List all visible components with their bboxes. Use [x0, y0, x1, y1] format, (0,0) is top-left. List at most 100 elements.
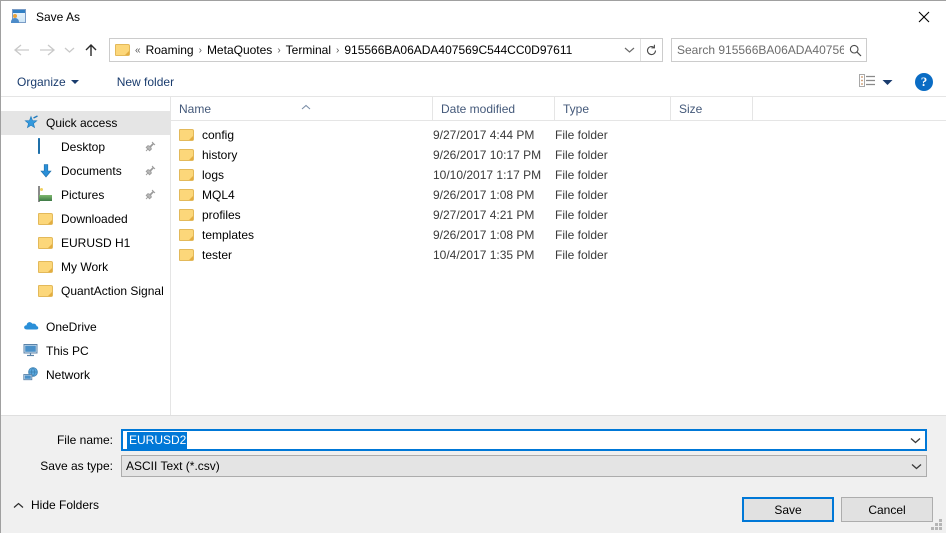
dialog-footer: Hide Folders Save Cancel — [1, 491, 946, 533]
sidebar-item-eurusd-h1[interactable]: EURUSD H1 — [1, 231, 170, 255]
pin-icon — [145, 189, 156, 200]
navigation-bar: « Roaming › MetaQuotes › Terminal › 9155… — [1, 33, 946, 67]
file-list-pane: Name Date modified Type Size config 9/27… — [171, 96, 946, 415]
organize-button[interactable]: Organize — [9, 71, 87, 93]
file-name-chevron-down-icon[interactable] — [905, 431, 925, 449]
new-folder-button[interactable]: New folder — [109, 71, 182, 93]
table-row[interactable]: history 9/26/2017 10:17 PM File folder — [171, 145, 946, 165]
file-type-cell: File folder — [555, 228, 608, 242]
folder-icon — [38, 283, 54, 299]
sidebar-item-label: This PC — [46, 344, 89, 358]
pictures-icon — [38, 186, 54, 203]
sort-ascending-chevron-up-icon — [301, 97, 311, 109]
up-one-level-icon[interactable] — [78, 37, 104, 63]
file-name: config — [202, 128, 235, 142]
back-icon[interactable] — [8, 37, 34, 63]
sidebar-divider — [1, 303, 170, 315]
breadcrumb-item-terminal-id[interactable]: 915566BA06ADA407569C544CC0D97611 — [340, 41, 576, 59]
file-date-cell: 10/10/2017 1:17 PM — [433, 168, 542, 182]
folder-icon — [38, 235, 54, 251]
recent-locations-chevron-down-icon[interactable] — [60, 37, 78, 63]
table-row[interactable]: tester 10/4/2017 1:35 PM File folder — [171, 245, 946, 265]
file-date-cell: 10/4/2017 1:35 PM — [433, 248, 535, 262]
save-as-dialog: Save As « Roaming › MetaQuotes › Termina… — [0, 0, 946, 533]
sidebar-item-label: QuantAction Signal — [61, 284, 164, 298]
search-input[interactable]: Search 915566BA06ADA40756... — [672, 43, 844, 57]
sidebar-item-label: Documents — [61, 164, 122, 178]
table-row[interactable]: profiles 9/27/2017 4:21 PM File folder — [171, 205, 946, 225]
file-name-input[interactable]: EURUSD2 — [121, 429, 927, 451]
column-header-size[interactable]: Size — [671, 96, 753, 121]
sidebar-item-quick-access[interactable]: Quick access — [1, 111, 170, 135]
this-pc-icon — [23, 343, 39, 359]
file-name-value: EURUSD2 — [127, 432, 188, 449]
forward-icon[interactable] — [34, 37, 60, 63]
column-header-date-modified[interactable]: Date modified — [433, 96, 555, 121]
command-toolbar: Organize New folder ? — [1, 67, 946, 97]
sidebar-item-label: My Work — [61, 260, 109, 274]
column-label: Date modified — [441, 101, 516, 116]
sidebar-item-label: Downloaded — [61, 212, 128, 226]
sidebar-item-this-pc[interactable]: This PC — [1, 339, 170, 363]
search-box[interactable]: Search 915566BA06ADA40756... — [671, 38, 867, 62]
table-row[interactable]: MQL4 9/26/2017 1:08 PM File folder — [171, 185, 946, 205]
save-as-type-select[interactable]: ASCII Text (*.csv) — [121, 455, 927, 477]
sidebar-item-quantaction-signal[interactable]: QuantAction Signal — [1, 279, 170, 303]
save-as-type-label: Save as type: — [40, 459, 113, 473]
chevron-down-icon — [70, 79, 79, 84]
column-header-type[interactable]: Type — [555, 96, 671, 121]
resize-grip-icon[interactable] — [931, 519, 943, 531]
file-type-cell: File folder — [555, 208, 608, 222]
column-header-name[interactable]: Name — [171, 96, 433, 121]
help-label: ? — [920, 74, 928, 89]
sidebar-item-my-work[interactable]: My Work — [1, 255, 170, 279]
breadcrumb-item-metaquotes[interactable]: MetaQuotes — [203, 41, 276, 59]
breadcrumb-item-terminal[interactable]: Terminal — [282, 41, 335, 59]
file-name: profiles — [202, 208, 241, 222]
folder-icon — [179, 228, 195, 242]
close-icon[interactable] — [901, 1, 946, 32]
address-bar[interactable]: « Roaming › MetaQuotes › Terminal › 9155… — [109, 38, 663, 62]
folder-icon — [179, 248, 195, 262]
sidebar-item-label: Quick access — [46, 116, 118, 130]
sidebar-item-pictures[interactable]: Pictures — [1, 183, 170, 207]
title-bar: Save As — [1, 1, 946, 33]
sidebar-item-network[interactable]: Network — [1, 363, 170, 387]
folder-icon — [179, 168, 195, 182]
sidebar-item-downloaded[interactable]: Downloaded — [1, 207, 170, 231]
save-button[interactable]: Save — [742, 497, 834, 522]
column-header-row: Name Date modified Type Size — [171, 96, 946, 121]
folder-icon — [115, 43, 131, 57]
sidebar-item-label: Desktop — [61, 140, 106, 154]
table-row[interactable]: config 9/27/2017 4:44 PM File folder — [171, 125, 946, 145]
refresh-icon[interactable] — [640, 39, 662, 61]
change-view-button[interactable] — [853, 70, 899, 94]
save-as-type-chevron-down-icon[interactable] — [906, 456, 926, 476]
sidebar-item-label: EURUSD H1 — [61, 236, 131, 250]
hide-folders-button[interactable]: Hide Folders — [13, 498, 99, 512]
sidebar-item-documents[interactable]: Documents — [1, 159, 170, 183]
folder-icon — [179, 188, 195, 202]
breadcrumb-item-roaming[interactable]: Roaming — [142, 41, 198, 59]
organize-label: Organize — [17, 74, 66, 89]
table-row[interactable]: logs 10/10/2017 1:17 PM File folder — [171, 165, 946, 185]
sidebar-item-desktop[interactable]: Desktop — [1, 135, 170, 159]
cancel-button[interactable]: Cancel — [841, 497, 933, 522]
network-icon — [23, 367, 39, 383]
file-date-cell: 9/27/2017 4:21 PM — [433, 208, 535, 222]
star-pin-icon — [23, 115, 39, 131]
navigation-pane: Quick access Desktop Documents Pictures … — [1, 97, 171, 415]
chevron-up-icon — [13, 498, 24, 512]
help-icon[interactable]: ? — [915, 73, 933, 91]
table-row[interactable]: templates 9/26/2017 1:08 PM File folder — [171, 225, 946, 245]
file-type-cell: File folder — [555, 188, 608, 202]
folder-icon — [38, 259, 54, 275]
save-form: File name: EURUSD2 Save as type: ASCII T… — [1, 415, 946, 491]
file-name: tester — [202, 248, 233, 262]
sidebar-item-onedrive[interactable]: OneDrive — [1, 315, 170, 339]
file-name-cell: config — [171, 128, 433, 142]
address-chevron-down-icon[interactable] — [618, 39, 640, 61]
file-date-cell: 9/26/2017 1:08 PM — [433, 188, 535, 202]
window-title: Save As — [36, 10, 81, 24]
breadcrumb-overflow[interactable]: « — [134, 45, 142, 56]
